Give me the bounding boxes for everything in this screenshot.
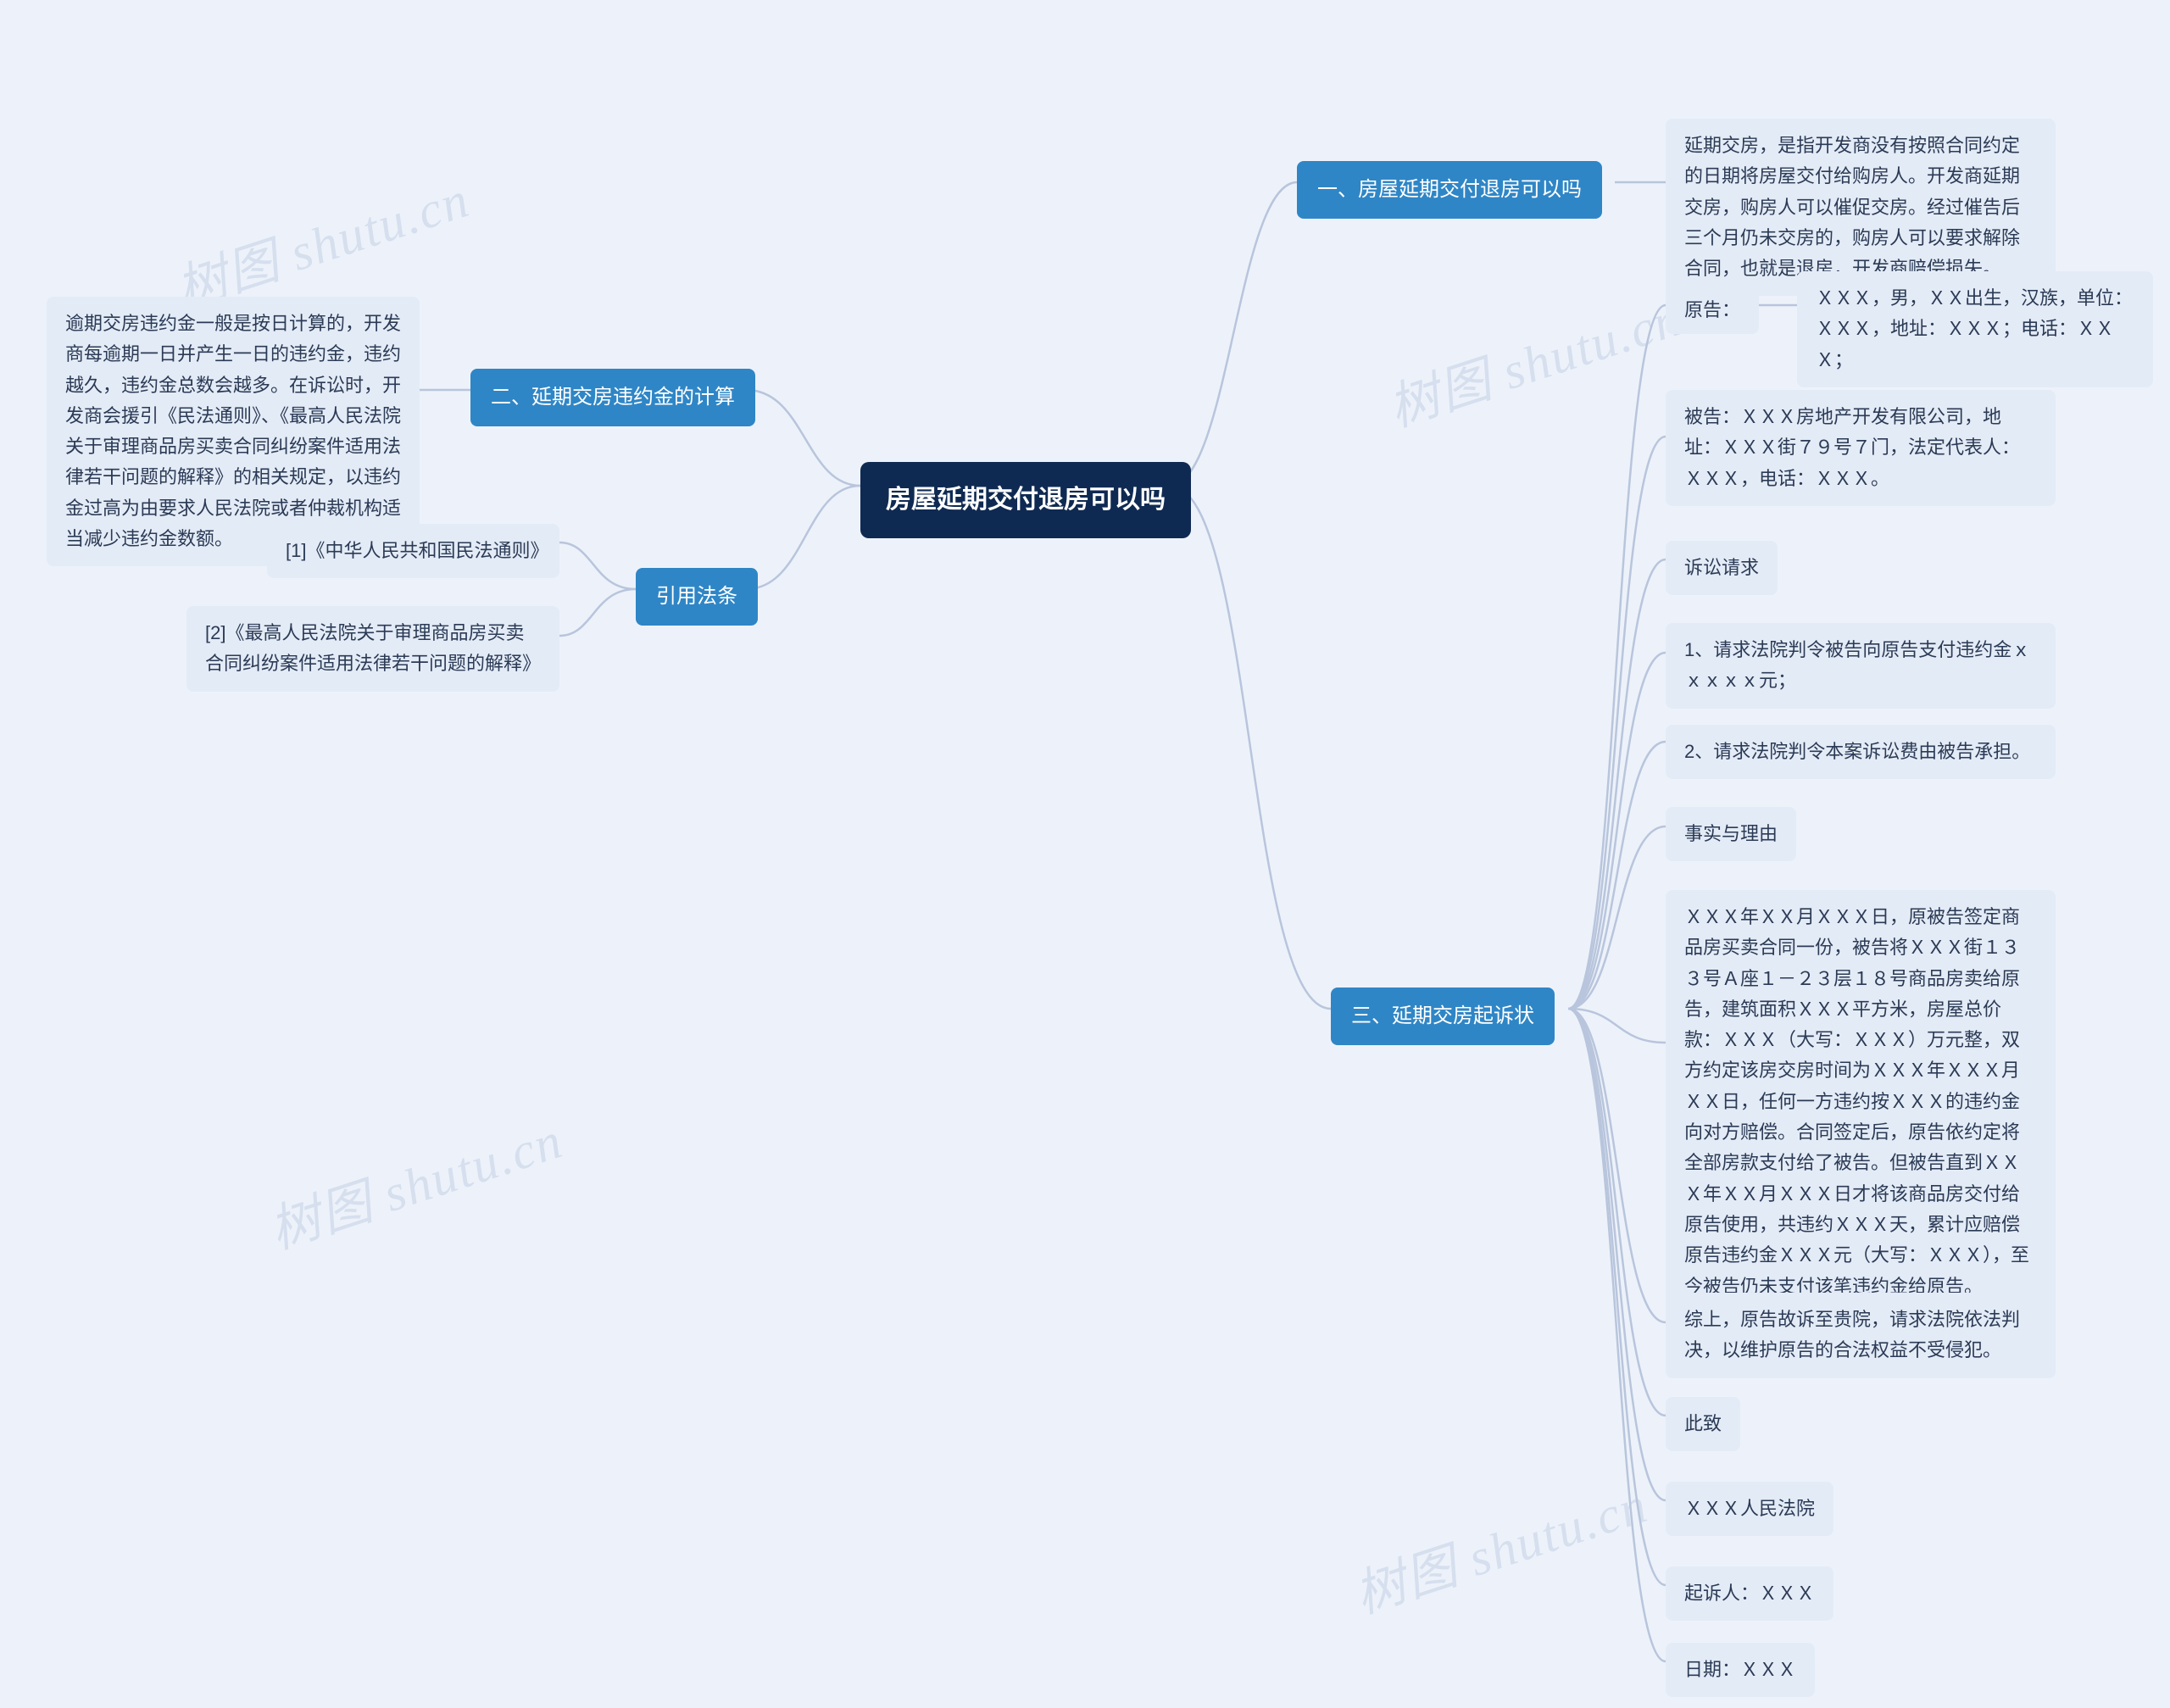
watermark: 树图 shutu.cn xyxy=(1344,1464,1655,1628)
leaf-s3-sign: 起诉人：ＸＸＸ xyxy=(1666,1566,1833,1621)
leaf-s1-1: 延期交房，是指开发商没有按照合同约定的日期将房屋交付给购房人。开发商延期交房，购… xyxy=(1666,119,2056,296)
leaf-s3-close-1: 此致 xyxy=(1666,1397,1740,1451)
watermark: 树图 shutu.cn xyxy=(259,1099,570,1264)
leaf-s3-facts-2: 综上，原告故诉至贵院，请求法院依法判决，以维护原告的合法权益不受侵犯。 xyxy=(1666,1293,2056,1378)
branch-ref: 引用法条 xyxy=(636,568,758,626)
leaf-s3-date: 日期：ＸＸＸ xyxy=(1666,1643,1815,1697)
leaf-s3-plaintiff: ＸＸＸ，男，ＸＸ出生，汉族，单位：ＸＸＸ，地址：ＸＸＸ；电话：ＸＸＸ； xyxy=(1797,271,2153,387)
leaf-s3-req-h: 诉讼请求 xyxy=(1666,541,1778,595)
root-node: 房屋延期交付退房可以吗 xyxy=(860,462,1191,538)
leaf-ref-2: [2]《最高人民法院关于审理商品房买卖合同纠纷案件适用法律若干问题的解释》 xyxy=(186,606,559,692)
branch-s2: 二、延期交房违约金的计算 xyxy=(470,369,755,426)
branch-s3: 三、延期交房起诉状 xyxy=(1331,988,1555,1045)
leaf-s3-close-2: ＸＸＸ人民法院 xyxy=(1666,1482,1833,1536)
leaf-s3-req-2: 2、请求法院判令本案诉讼费由被告承担。 xyxy=(1666,725,2056,779)
leaf-s3-facts-1: ＸＸＸ年ＸＸ月ＸＸＸ日，原被告签定商品房买卖合同一份，被告将ＸＸＸ街１３３号Ａ座… xyxy=(1666,890,2056,1314)
leaf-s3-defendant: 被告：ＸＸＸ房地产开发有限公司，地址：ＸＸＸ街７９号７门，法定代表人：ＸＸＸ，电… xyxy=(1666,390,2056,506)
branch-s1: 一、房屋延期交付退房可以吗 xyxy=(1297,161,1602,219)
leaf-s3-req-1: 1、请求法院判令被告向原告支付违约金ｘｘｘｘｘ元； xyxy=(1666,623,2056,709)
leaf-s3-facts-h: 事实与理由 xyxy=(1666,807,1796,861)
leaf-s3-plaintiff-label: 原告： xyxy=(1666,287,1759,334)
leaf-ref-1: [1]《中华人民共和国民法通则》 xyxy=(267,524,559,578)
watermark: 树图 shutu.cn xyxy=(1377,277,1689,442)
